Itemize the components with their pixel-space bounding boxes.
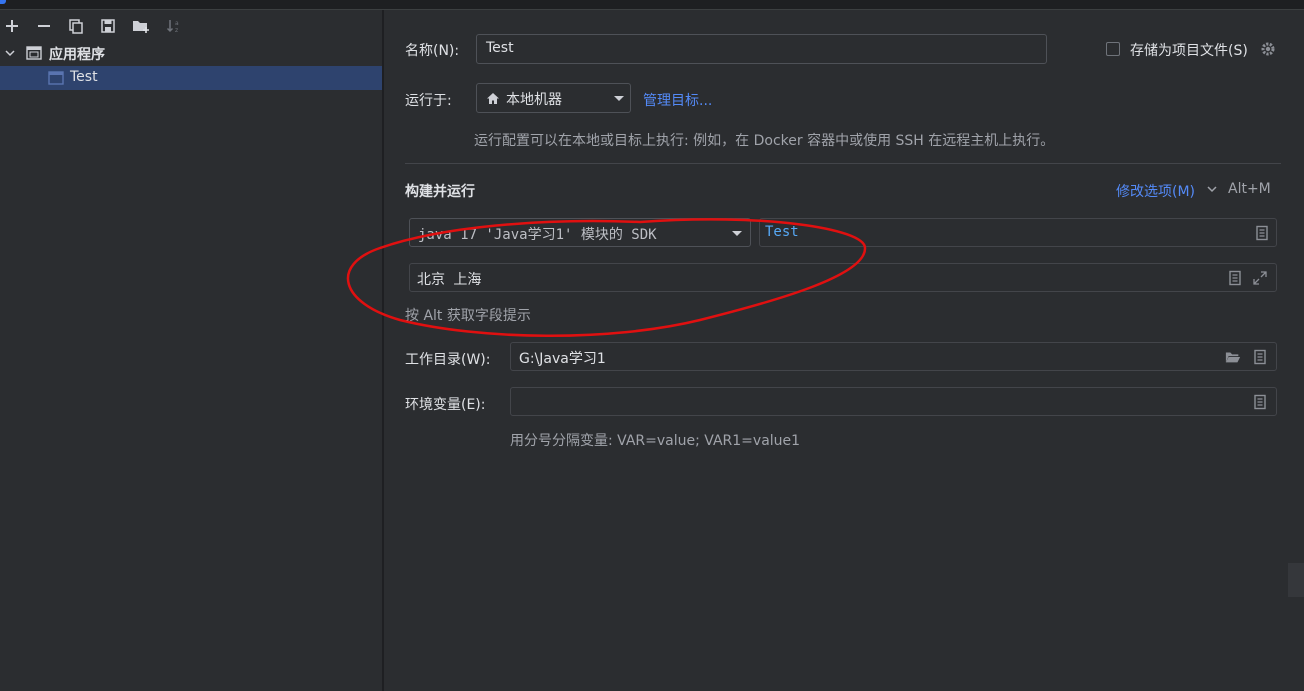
- run-on-value: 本地机器: [506, 92, 562, 108]
- run-config-form: 名称(N): Test 存储为项目文件(S) 运行于: 本地机器 管理目标...…: [384, 10, 1304, 691]
- run-on-hint: 运行配置可以在本地或目标上执行: 例如，在 Docker 容器中或使用 SSH …: [474, 133, 1055, 149]
- chevron-down-icon[interactable]: [4, 47, 16, 59]
- chevron-down-icon: [732, 231, 742, 236]
- save-icon[interactable]: [96, 14, 120, 38]
- run-on-dropdown[interactable]: 本地机器: [476, 83, 631, 113]
- copy-icon[interactable]: [64, 14, 88, 38]
- sort-icon[interactable]: az: [162, 14, 186, 38]
- program-arguments-value: 北京 上海: [417, 272, 482, 288]
- store-as-project-file-label: 存储为项目文件(S): [1130, 43, 1248, 59]
- scrollbar-thumb[interactable]: [1288, 563, 1304, 597]
- env-label: 环境变量(E):: [405, 397, 486, 413]
- main-class-input[interactable]: Test: [759, 218, 1277, 247]
- svg-text:a: a: [175, 20, 179, 27]
- plus-icon[interactable]: [0, 14, 24, 38]
- sdk-dropdown[interactable]: java 17 'Java学习1' 模块的 SDK: [409, 218, 751, 247]
- env-hint: 用分号分隔变量: VAR=value; VAR1=value1: [510, 433, 801, 449]
- modify-options-link[interactable]: 修改选项(M): [1116, 181, 1195, 201]
- chevron-down-icon: [614, 96, 624, 101]
- app-logo: [0, 0, 6, 4]
- working-dir-input[interactable]: G:\Java学习1: [510, 342, 1277, 371]
- application-icon: [48, 71, 64, 85]
- title-strip: [0, 0, 1304, 10]
- folder-open-icon[interactable]: [1225, 349, 1241, 365]
- name-value: Test: [486, 40, 514, 56]
- tree-item-test[interactable]: Test: [0, 66, 382, 90]
- browse-document-icon[interactable]: [1227, 270, 1243, 286]
- sdk-value: java 17 'Java学习1' 模块的 SDK: [418, 227, 657, 243]
- new-folder-icon[interactable]: [129, 14, 153, 38]
- name-label: 名称(N):: [405, 43, 460, 59]
- sidebar-toolbar: az: [0, 14, 382, 38]
- section-divider: [405, 163, 1281, 164]
- run-on-label: 运行于:: [405, 93, 452, 109]
- program-arguments-input[interactable]: 北京 上海: [409, 263, 1277, 292]
- minus-icon[interactable]: [32, 14, 56, 38]
- working-dir-label: 工作目录(W):: [405, 352, 491, 368]
- application-config-icon: [26, 46, 42, 60]
- chevron-down-icon[interactable]: [1207, 186, 1217, 193]
- run-config-sidebar: az 应用程序 Test: [0, 10, 382, 691]
- svg-text:z: z: [175, 27, 178, 34]
- browse-document-icon[interactable]: [1252, 394, 1268, 410]
- tree-group-label: 应用程序: [49, 47, 105, 63]
- manage-targets-link[interactable]: 管理目标...: [643, 90, 712, 110]
- tree-group-applications[interactable]: 应用程序: [0, 41, 382, 65]
- section-title: 构建并运行: [405, 184, 475, 200]
- modify-options-shortcut: Alt+M: [1228, 181, 1271, 197]
- working-dir-value: G:\Java学习1: [519, 351, 606, 367]
- home-icon: [487, 93, 499, 104]
- alt-hint: 按 Alt 获取字段提示: [405, 308, 531, 324]
- env-input[interactable]: [510, 387, 1277, 416]
- expand-icon[interactable]: [1252, 270, 1268, 286]
- name-input[interactable]: Test: [476, 34, 1047, 64]
- store-as-project-file-checkbox[interactable]: [1106, 42, 1120, 56]
- main-class-value: Test: [765, 224, 799, 240]
- browse-document-icon[interactable]: [1252, 349, 1268, 365]
- gear-icon[interactable]: [1260, 41, 1276, 57]
- tree-item-label: Test: [70, 69, 98, 85]
- browse-document-icon[interactable]: [1254, 225, 1270, 241]
